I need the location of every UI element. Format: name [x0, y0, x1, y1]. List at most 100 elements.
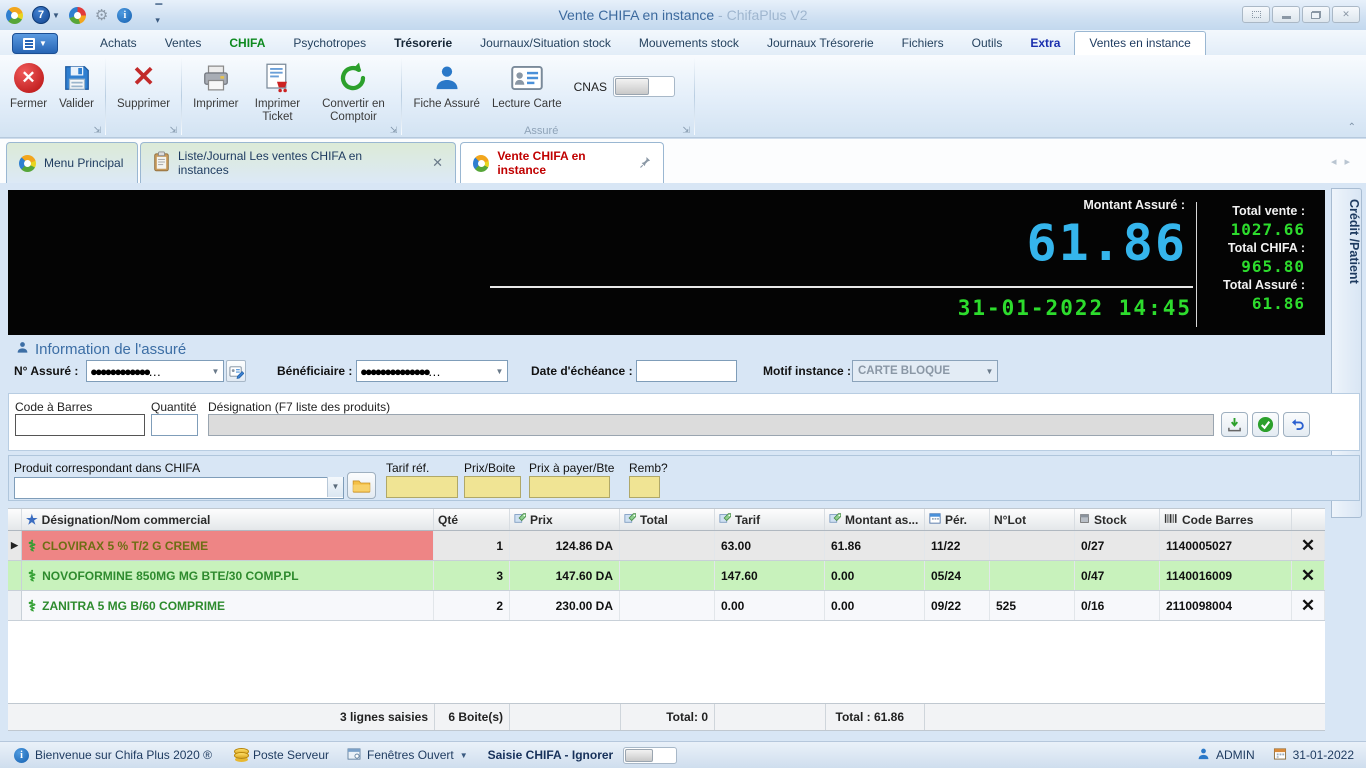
user-icon: [1197, 747, 1210, 764]
col-total[interactable]: Total: [620, 509, 715, 530]
prix-payer-field[interactable]: [529, 476, 610, 498]
col-prix[interactable]: Prix: [510, 509, 620, 530]
col-code-barres[interactable]: Code Barres: [1160, 509, 1292, 530]
poste-serveur-status: Poste Serveur: [233, 748, 329, 762]
status-bar: i Bienvenue sur Chifa Plus 2020 ® Poste …: [0, 741, 1366, 768]
table-row[interactable]: ▶ ⚕ CLOVIRAX 5 % T/2 G CREME 1 124.86 DA …: [8, 531, 1325, 561]
table-header: ★ Désignation/Nom commercial Qté Prix To…: [8, 508, 1325, 531]
lecture-carte-button[interactable]: Lecture Carte: [487, 58, 567, 114]
ribbon-group-actions: ✕ Fermer Valider ⇲: [0, 55, 104, 137]
total-assure-value: 61.86: [1251, 294, 1305, 313]
chevron-down-icon: ▼: [211, 366, 220, 376]
barcode-icon: [1164, 513, 1178, 527]
remb-field[interactable]: [629, 476, 660, 498]
menu-outils[interactable]: Outils: [958, 32, 1017, 55]
menu-journaux-situation-stock[interactable]: Journaux/Situation stock: [466, 32, 625, 55]
beneficiaire-combobox[interactable]: ●●●●●●●●●●●●●●… ▼: [356, 360, 508, 382]
tab-vente-chifa[interactable]: Vente CHIFA en instance: [460, 142, 664, 183]
windows-menu-button[interactable]: 7 ▼: [32, 6, 60, 24]
undo-button[interactable]: [1283, 412, 1310, 437]
edit-assure-button[interactable]: [226, 360, 246, 382]
produit-chifa-label: Produit correspondant dans CHIFA: [14, 461, 201, 475]
tarif-ref-field[interactable]: [386, 476, 458, 498]
id-card-icon: [511, 61, 543, 95]
color-logo-icon[interactable]: [68, 6, 86, 24]
ribbon-collapse-icon[interactable]: ⌃: [1348, 122, 1356, 133]
menu-extra[interactable]: Extra: [1016, 32, 1074, 55]
col-per[interactable]: Pér.: [925, 509, 990, 530]
imprimer-button[interactable]: Imprimer: [188, 58, 243, 114]
menu-ventes-en-instance[interactable]: Ventes en instance: [1074, 31, 1206, 55]
designation-input: [208, 414, 1214, 436]
convertir-comptoir-button[interactable]: Convertir en Comptoir: [311, 58, 395, 127]
quantite-input[interactable]: [151, 414, 198, 436]
dialog-launcher-icon[interactable]: ⇲: [390, 125, 398, 136]
beneficiaire-label: Bénéficiaire :: [277, 364, 353, 378]
total-left: Total: 0: [620, 704, 715, 730]
dialog-launcher-icon[interactable]: ⇲: [682, 125, 690, 136]
person-icon: [16, 340, 29, 359]
menu-mouvements-stock[interactable]: Mouvements stock: [625, 32, 753, 55]
app-menu-button[interactable]: ▼: [12, 33, 58, 54]
produit-chifa-combobox[interactable]: [14, 477, 344, 499]
info-icon: i: [14, 747, 29, 763]
valider-button[interactable]: Valider: [54, 58, 99, 114]
cnas-toggle[interactable]: [612, 76, 675, 97]
tab-liste-journal[interactable]: Liste/Journal Les ventes CHIFA en instan…: [140, 142, 456, 183]
info-icon[interactable]: i: [117, 7, 133, 23]
gear-icon[interactable]: ⚙: [95, 8, 108, 23]
pin-icon[interactable]: [640, 156, 651, 171]
delete-row-button[interactable]: ✕: [1292, 561, 1325, 590]
col-designation[interactable]: ★ Désignation/Nom commercial: [22, 509, 434, 530]
redacted-value: ●●●●●●●●●●●●…: [90, 363, 161, 379]
num-assure-combobox[interactable]: ●●●●●●●●●●●●… ▼: [86, 360, 224, 382]
minimize-button[interactable]: [1272, 6, 1300, 23]
table-row[interactable]: ⚕ ZANITRA 5 MG B/60 COMPRIME 2 230.00 DA …: [8, 591, 1325, 621]
menu-fichiers[interactable]: Fichiers: [888, 32, 958, 55]
redacted-value: ●●●●●●●●●●●●●●…: [360, 363, 441, 379]
application-window: 7 ▼ ⚙ i ▔ ▾ Vente CHIFA en instance - Chif…: [0, 0, 1366, 768]
menu-chifa[interactable]: CHIFA: [215, 32, 279, 55]
delete-row-button[interactable]: ✕: [1292, 531, 1325, 560]
table-row[interactable]: ⚕ NOVOFORMINE 850MG MG BTE/30 COMP.PL 3 1…: [8, 561, 1325, 591]
menu-psychotropes[interactable]: Psychotropes: [279, 32, 380, 55]
col-stock[interactable]: Stock: [1075, 509, 1160, 530]
boxes-count: 6 Boite(s): [434, 704, 510, 730]
menu-tresorerie[interactable]: Trésorerie: [380, 32, 466, 55]
col-qte[interactable]: Qté: [434, 509, 510, 530]
folder-browse-button[interactable]: [347, 472, 376, 499]
imprimer-ticket-button[interactable]: Imprimer Ticket: [245, 58, 309, 127]
prix-boite-field[interactable]: [464, 476, 521, 498]
saisie-chifa-toggle[interactable]: [623, 746, 678, 764]
chevron-down-icon[interactable]: ▼: [327, 477, 343, 497]
col-tarif[interactable]: Tarif: [715, 509, 825, 530]
menu-achats[interactable]: Achats: [86, 32, 151, 55]
tab-menu-principal[interactable]: Menu Principal: [6, 142, 138, 183]
tab-scroll-arrows[interactable]: ◂▸: [1331, 155, 1358, 168]
total-chifa-value: 965.80: [1241, 257, 1305, 276]
menu-ventes[interactable]: Ventes: [151, 32, 216, 55]
validate-line-button[interactable]: [1252, 412, 1279, 437]
fenetres-ouvert-menu[interactable]: Fenêtres Ouvert ▼: [347, 747, 468, 763]
col-montant[interactable]: Montant as...: [825, 509, 925, 530]
fiche-assure-button[interactable]: Fiche Assuré: [408, 58, 484, 114]
date-echeance-input[interactable]: [636, 360, 737, 382]
tarif-ref-label: Tarif réf.: [386, 461, 430, 475]
import-button[interactable]: [1221, 412, 1248, 437]
close-tab-icon[interactable]: ✕: [432, 155, 443, 171]
delete-row-button[interactable]: ✕: [1292, 591, 1325, 620]
close-button[interactable]: ✕: [1332, 6, 1360, 23]
fermer-button[interactable]: ✕ Fermer: [5, 58, 52, 114]
col-lot[interactable]: N°Lot: [990, 509, 1075, 530]
toolbar-options-icon[interactable]: ▔ ▾: [155, 4, 162, 26]
dialog-launcher-icon[interactable]: ⇲: [170, 125, 178, 136]
fullscreen-button[interactable]: [1242, 6, 1270, 23]
table-empty-area: [8, 621, 1325, 703]
star-icon: ★: [26, 511, 38, 527]
dialog-launcher-icon[interactable]: ⇲: [93, 125, 101, 136]
menu-journaux-tresorerie[interactable]: Journaux Trésorerie: [753, 32, 888, 55]
supprimer-button[interactable]: ✕ Supprimer: [112, 58, 175, 114]
cnas-label: CNAS: [573, 79, 607, 94]
restore-button[interactable]: [1302, 6, 1330, 23]
code-barres-input[interactable]: [15, 414, 145, 436]
